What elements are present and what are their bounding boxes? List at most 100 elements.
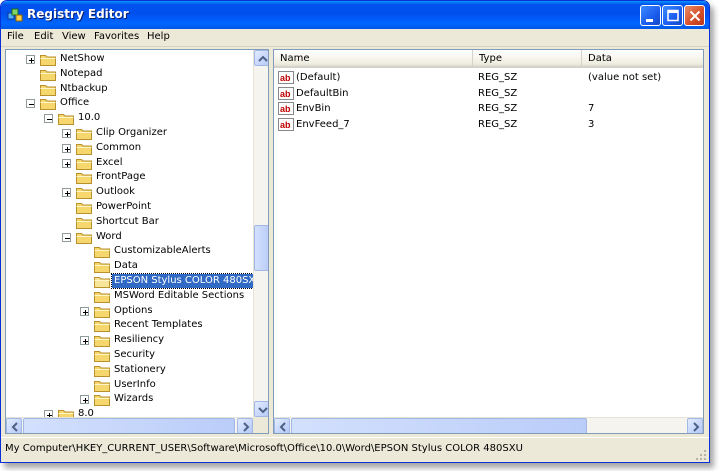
- menu-help[interactable]: Help: [147, 31, 170, 42]
- key-tree-pane[interactable]: NetShow Notepad Ntbackup Office 10.0 Clip Org…: [5, 49, 269, 434]
- tree-node-label: UserInfo: [114, 378, 156, 390]
- column-header-data[interactable]: Data: [582, 50, 703, 68]
- folder-icon: [94, 393, 110, 407]
- expand-icon[interactable]: [62, 129, 71, 138]
- tree-scroll-left-button[interactable]: [6, 418, 22, 433]
- folder-icon: [94, 275, 110, 288]
- tree-node-label: Common: [96, 141, 142, 153]
- tree-node-label: Options: [114, 304, 153, 316]
- tree-node[interactable]: FrontPage: [6, 170, 253, 185]
- collapse-icon[interactable]: [62, 232, 71, 242]
- tree-horizontal-scrollbar[interactable]: [6, 417, 253, 433]
- folder-icon: [94, 290, 110, 303]
- tree-node[interactable]: Common: [6, 141, 253, 155]
- tree-node-label: Shortcut Bar: [96, 215, 159, 227]
- expand-icon[interactable]: [62, 143, 71, 153]
- string-value-icon: ab: [278, 117, 294, 131]
- tree-node[interactable]: Security: [6, 348, 253, 362]
- registry-editor-icon: [7, 8, 23, 22]
- tree-node-label: NetShow: [60, 53, 105, 64]
- tree-node[interactable]: EPSON Stylus COLOR 480SXU: [6, 273, 266, 289]
- tree-hscroll-thumb[interactable]: [23, 418, 235, 433]
- tree-node[interactable]: Outlook: [6, 185, 253, 200]
- title-bar[interactable]: Registry Editor: [1, 1, 709, 29]
- resize-grip-icon[interactable]: [695, 449, 707, 461]
- expand-icon[interactable]: [80, 336, 89, 346]
- folder-icon: [94, 319, 110, 333]
- tree-node-label: MSWord Editable Sections: [114, 289, 245, 301]
- tree-node[interactable]: Clip Organizer: [6, 126, 253, 140]
- folder-icon: [94, 364, 110, 377]
- maximize-button[interactable]: [662, 5, 683, 26]
- tree-scroll-up-button[interactable]: [254, 50, 268, 66]
- tree-node[interactable]: Shortcut Bar: [6, 215, 253, 229]
- expand-icon[interactable]: [80, 395, 89, 405]
- expand-icon[interactable]: [62, 158, 71, 168]
- menu-file[interactable]: File: [7, 31, 24, 42]
- minimize-button[interactable]: [640, 5, 661, 26]
- list-scroll-right-button[interactable]: [687, 418, 703, 433]
- tree-node[interactable]: Notepad: [6, 67, 253, 81]
- tree-node[interactable]: CustomizableAlerts: [6, 244, 253, 259]
- tree-node-label: Data: [114, 260, 138, 272]
- expand-icon[interactable]: [62, 188, 71, 198]
- tree-node[interactable]: Office: [6, 96, 253, 111]
- tree-node[interactable]: Word: [6, 230, 253, 244]
- menu-favorites[interactable]: Favorites: [94, 31, 139, 42]
- string-value-icon-text: ab: [280, 73, 291, 83]
- menu-view[interactable]: View: [62, 31, 86, 42]
- tree-scroll-down-button[interactable]: [254, 401, 268, 417]
- chevron-up-icon: [258, 55, 268, 62]
- collapse-icon[interactable]: [26, 99, 35, 109]
- menu-edit[interactable]: Edit: [34, 31, 53, 42]
- values-list-pane[interactable]: Name Type Data ab (Default) REG_SZ (value n…: [273, 49, 704, 434]
- value-row[interactable]: ab EnvBin REG_SZ 7: [274, 101, 689, 116]
- tree-node-label: Outlook: [96, 186, 135, 198]
- tree-node-label: FrontPage: [96, 171, 146, 183]
- list-horizontal-scrollbar[interactable]: [274, 417, 703, 433]
- folder-icon: [94, 260, 110, 274]
- expand-icon[interactable]: [80, 306, 89, 316]
- value-name: (Default): [296, 72, 341, 83]
- scrollbar-corner: [253, 417, 268, 433]
- tree-node[interactable]: Excel: [6, 156, 253, 170]
- tree-scroll-thumb[interactable]: [254, 225, 268, 271]
- tree-node-label: Excel: [96, 156, 123, 168]
- list-hscroll-thumb[interactable]: [291, 418, 587, 433]
- tree-node[interactable]: PowerPoint: [6, 200, 253, 214]
- tree-node[interactable]: 10.0: [6, 111, 253, 126]
- value-type: REG_SZ: [478, 87, 518, 99]
- tree-node[interactable]: Recent Templates: [6, 318, 253, 333]
- tree-node[interactable]: Wizards: [6, 392, 253, 407]
- column-header-type[interactable]: Type: [473, 50, 582, 68]
- tree-scroll-right-button[interactable]: [237, 418, 253, 433]
- string-value-icon-text: ab: [280, 104, 291, 114]
- column-header-name[interactable]: Name: [274, 50, 473, 68]
- value-row[interactable]: ab DefaultBin REG_SZ: [274, 86, 689, 101]
- tree-node[interactable]: NetShow: [6, 52, 253, 66]
- list-scroll-left-button[interactable]: [274, 418, 290, 433]
- folder-icon: [76, 231, 92, 244]
- tree-node[interactable]: Data: [6, 259, 253, 274]
- folder-icon: [58, 112, 74, 126]
- tree-node-label: Security: [114, 349, 156, 360]
- value-name: EnvBin: [296, 103, 331, 114]
- tree-node[interactable]: UserInfo: [6, 378, 253, 392]
- tree-node[interactable]: Stationery: [6, 363, 253, 377]
- registry-editor-window: Registry Editor File Edit View Favorites…: [0, 0, 710, 463]
- tree-node[interactable]: Options: [6, 304, 253, 318]
- string-value-icon-text: ab: [280, 89, 291, 99]
- folder-icon: [94, 334, 110, 348]
- folder-icon: [76, 157, 92, 170]
- tree-node[interactable]: Resiliency: [6, 333, 253, 348]
- expand-icon[interactable]: [26, 55, 35, 64]
- tree-vertical-scrollbar[interactable]: [253, 50, 268, 417]
- folder-icon: [94, 379, 110, 392]
- collapse-icon[interactable]: [44, 114, 53, 124]
- value-type: REG_SZ: [478, 72, 518, 83]
- tree-node[interactable]: Ntbackup: [6, 82, 253, 96]
- value-row[interactable]: ab (Default) REG_SZ (value not set): [274, 70, 689, 85]
- value-row[interactable]: ab EnvFeed_7 REG_SZ 3: [274, 117, 689, 132]
- close-button[interactable]: [684, 5, 705, 26]
- tree-node[interactable]: MSWord Editable Sections: [6, 289, 253, 303]
